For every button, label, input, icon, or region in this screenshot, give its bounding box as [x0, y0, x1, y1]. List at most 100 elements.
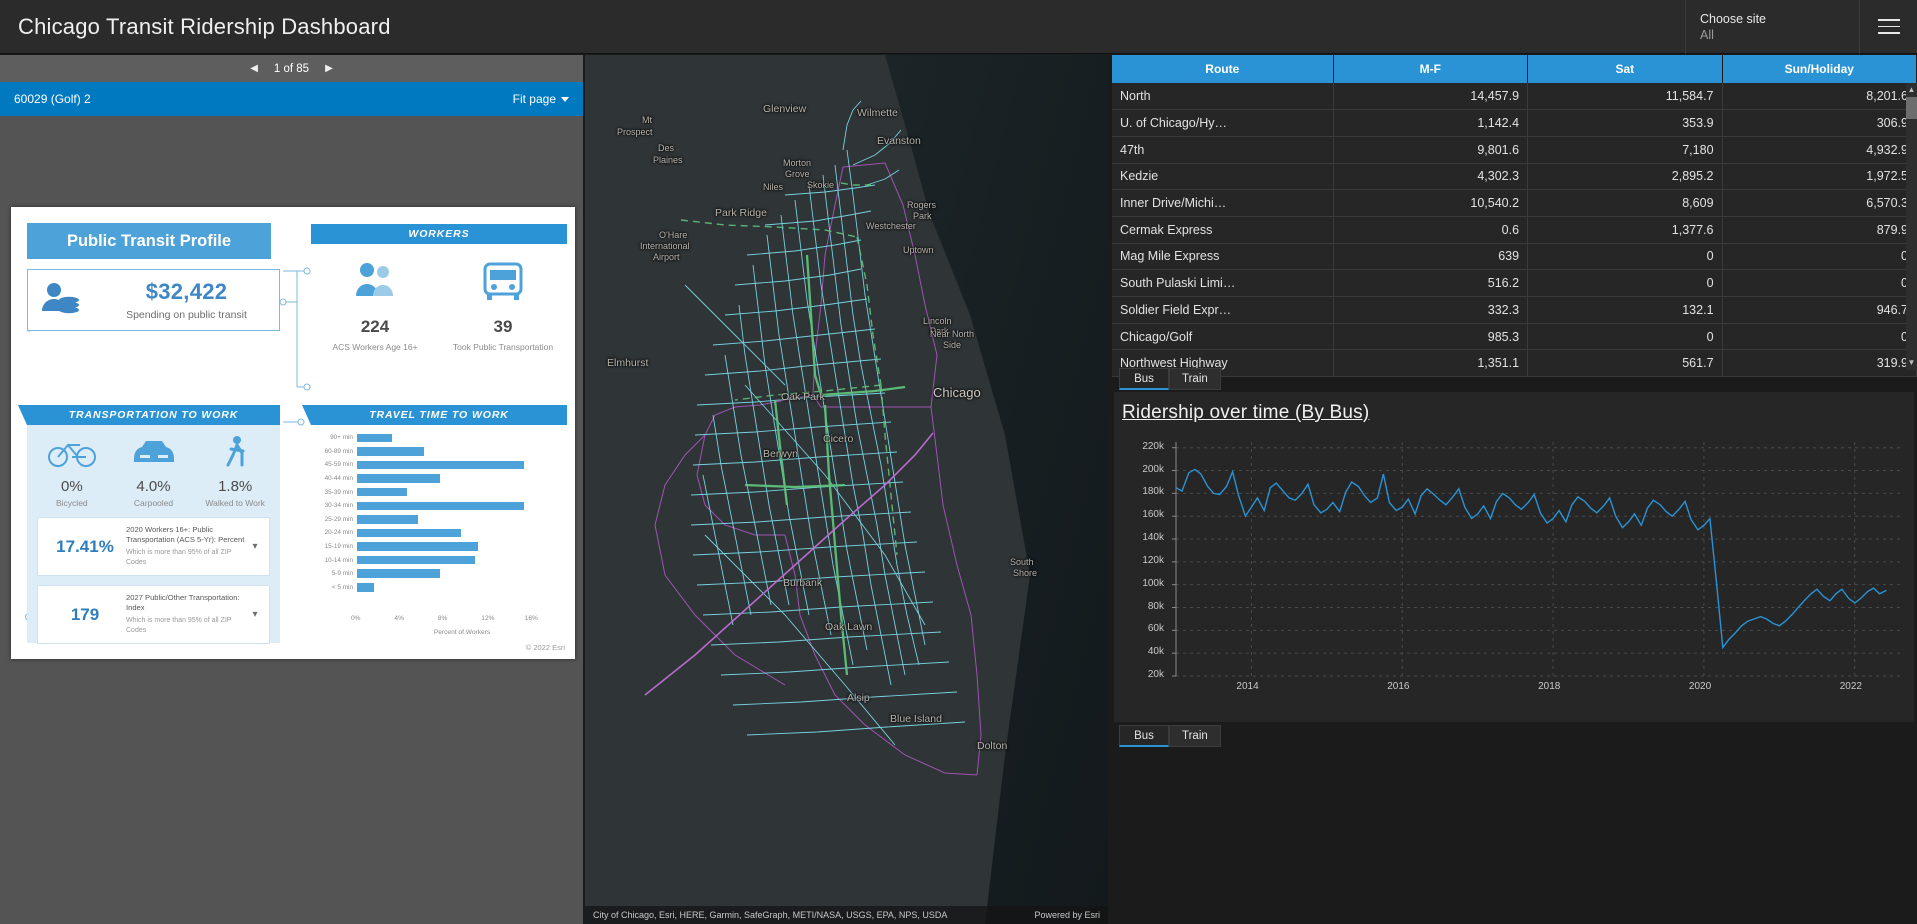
tab-train-top[interactable]: Train — [1169, 368, 1221, 390]
chevron-down-icon[interactable]: ▾ — [247, 609, 263, 620]
stat-value: 17.41% — [56, 536, 114, 556]
map-label: Oak Lawn — [825, 621, 873, 633]
map-label: Burbank — [783, 577, 823, 589]
transport-mode: 1.8% Walked to Work — [194, 435, 276, 508]
table-row[interactable]: Kedzie 4,302.3 2,895.2 1,972.5 — [1112, 163, 1917, 191]
caret-left-icon[interactable]: ◀ — [250, 63, 258, 74]
scroll-up-icon[interactable]: ▲ — [1906, 83, 1917, 97]
map-label: Uptown — [903, 245, 934, 255]
scrollbar-thumb[interactable] — [1906, 97, 1917, 119]
scroll-down-icon[interactable]: ▼ — [1906, 356, 1917, 370]
map-label: Shore — [1013, 568, 1038, 578]
transport-value: 1.8% — [218, 478, 253, 495]
dashboard-root: Chicago Transit Ridership Dashboard Choo… — [0, 0, 1917, 924]
chart-series-line — [1175, 468, 1887, 650]
column-header-sun[interactable]: Sun/Holiday — [1722, 55, 1917, 83]
map-attribution: City of Chicago, Esri, HERE, Garmin, Saf… — [585, 906, 1108, 924]
table-row[interactable]: South Pulaski Limi… 516.2 0 0 — [1112, 269, 1917, 297]
table-row[interactable]: North 14,457.9 11,584.7 8,201.6 — [1112, 83, 1917, 111]
travel-time-xlabel: Percent of Workers — [433, 629, 491, 636]
map-label: O'Hare — [659, 230, 688, 240]
stat-subtext: Which is more than 95% of all ZIP Codes — [126, 617, 232, 634]
table-row[interactable]: 47th 9,801.6 7,180 4,932.9 — [1112, 136, 1917, 164]
map-label: Mt — [642, 115, 652, 125]
bicycle-icon — [47, 443, 96, 467]
fit-page-button[interactable]: Fit page — [513, 92, 569, 106]
cell-route: U. of Chicago/Hy… — [1112, 109, 1334, 137]
cell-route: North — [1112, 83, 1334, 111]
map-label: Side — [943, 340, 962, 350]
travel-time-bar-row: 15-19 min — [311, 540, 567, 554]
travel-time-bar-row: 60-89 min — [311, 445, 567, 459]
stat-row[interactable]: 17.41% 2020 Workers 16+: Public Transpor… — [37, 517, 270, 576]
travel-time-xtick: 16% — [524, 615, 538, 622]
routes-table-body: North 14,457.9 11,584.7 8,201.6 U. of Chicag… — [1112, 83, 1917, 378]
cell-value: 9,801.6 — [1333, 136, 1529, 164]
cell-value: 332.3 — [1333, 296, 1529, 324]
travel-time-xtick: 12% — [481, 615, 495, 622]
travel-time-bar — [357, 474, 440, 483]
routes-table-wrapper: Route M-F Sat Sun/Holiday North 14,457.9 1… — [1112, 55, 1917, 378]
table-row[interactable]: Northwest Highway 1,351.1 561.7 319.9 — [1112, 349, 1917, 378]
workers-value: 39 — [493, 317, 513, 336]
cell-value: 2,895.2 — [1527, 163, 1723, 191]
menu-button[interactable] — [1859, 0, 1917, 54]
map-label: Wilmette — [857, 107, 898, 119]
travel-time-category: 25-29 min — [324, 515, 353, 523]
workers-section: WORKERS 224 ACS Workers Age 16+ 39 Took … — [311, 224, 567, 352]
cell-value: 516.2 — [1333, 269, 1529, 297]
infographic-title: Public Transit Profile — [27, 223, 271, 259]
travel-time-category: 60-89 min — [324, 447, 353, 455]
travel-time-bar — [357, 569, 440, 578]
table-row[interactable]: Chicago/Golf 985.3 0 0 — [1112, 323, 1917, 351]
map-label: Park Ridge — [715, 207, 767, 219]
cell-value: 353.9 — [1527, 109, 1723, 137]
column-header-mf[interactable]: M-F — [1333, 55, 1529, 83]
workers-header: WORKERS — [311, 224, 567, 244]
ridership-chart-card: Ridership over time (By Bus) 20k 40k 60k 80… — [1114, 392, 1914, 722]
travel-time-bar — [357, 528, 462, 538]
column-header-sat[interactable]: Sat — [1527, 55, 1723, 83]
transport-label: Carpooled — [133, 498, 174, 508]
mode-tabs-top: Bus Train — [1119, 368, 1221, 390]
cell-value: 319.9 — [1722, 349, 1917, 378]
map-label: Evanston — [877, 135, 921, 147]
cell-route: Kedzie — [1112, 163, 1334, 191]
cell-value: 306.9 — [1722, 109, 1917, 137]
travel-time-bar-row: < 5 min — [311, 581, 567, 595]
column-header-route[interactable]: Route — [1112, 55, 1334, 83]
table-row[interactable]: U. of Chicago/Hy… 1,142.4 353.9 306.9 — [1112, 109, 1917, 137]
travel-time-bar — [357, 447, 425, 456]
table-row[interactable]: Inner Drive/Michi… 10,540.2 8,609 6,570.3 — [1112, 189, 1917, 217]
cell-value: 639 — [1333, 243, 1529, 271]
map-label: Grove — [785, 169, 810, 179]
table-row[interactable]: Cermak Express 0.6 1,377.6 879.9 — [1112, 216, 1917, 244]
table-row[interactable]: Mag Mile Express 639 0 0 — [1112, 243, 1917, 271]
workers-label: Took Public Transportation — [452, 342, 554, 352]
mode-tabs-bottom: Bus Train — [1119, 725, 1221, 747]
travel-time-category: 20-24 min — [324, 529, 353, 537]
map-view[interactable]: Glenview Wilmette Mt Prospect Evanston Des Pla… — [585, 55, 1108, 924]
tab-bus-top[interactable]: Bus — [1119, 368, 1169, 390]
map-powered-by: Powered by Esri — [1034, 910, 1100, 920]
stat-text: 2020 Workers 16+: Public Transportation … — [126, 525, 247, 568]
choose-site-filter[interactable]: Choose site All — [1685, 0, 1859, 54]
tab-bus-bottom[interactable]: Bus — [1119, 725, 1169, 747]
cell-value: 0 — [1527, 243, 1723, 271]
tab-train-bottom[interactable]: Train — [1169, 725, 1221, 747]
map-label: South — [1010, 557, 1034, 567]
report-infobar: 60029 (Golf) 2 Fit page — [0, 82, 583, 116]
table-scrollbar[interactable]: ▲ ▼ — [1906, 83, 1917, 370]
cell-value: 10,540.2 — [1333, 189, 1529, 217]
stat-description: 2020 Workers 16+: Public Transportation … — [126, 525, 245, 544]
caret-right-icon[interactable]: ▶ — [325, 63, 333, 74]
cell-route: Mag Mile Express — [1112, 243, 1334, 271]
cell-route: 47th — [1112, 136, 1334, 164]
travel-time-bar-row: 5-9 min — [311, 567, 567, 581]
walking-icon — [226, 436, 245, 467]
stat-row[interactable]: 179 2027 Public/Other Transportation: In… — [37, 585, 270, 644]
transport-label: Walked to Work — [205, 498, 265, 508]
chevron-down-icon[interactable]: ▾ — [247, 541, 263, 552]
travel-time-bar — [357, 460, 525, 470]
table-row[interactable]: Soldier Field Expr… 332.3 132.1 946.7 — [1112, 296, 1917, 324]
